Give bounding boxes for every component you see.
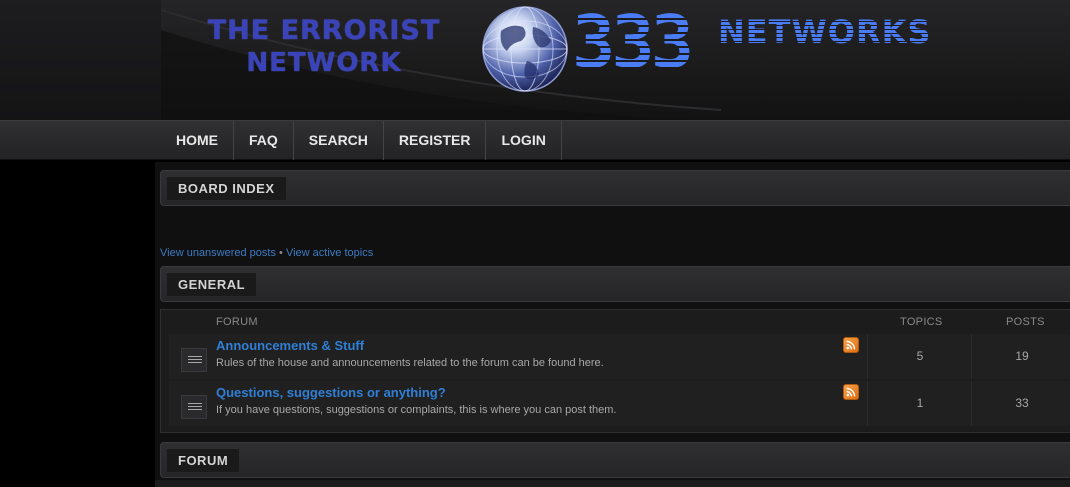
header-banner: THE ERRORIST NETWORK 333 NETWORKS [0,0,1070,120]
general-category-bar: GENERAL [160,266,1070,302]
column-header-topics: TOPICS [900,316,943,328]
forum-description: If you have questions, suggestions or co… [216,404,617,416]
general-category-title[interactable]: GENERAL [167,273,257,296]
view-unanswered-link[interactable]: View unanswered posts [160,247,276,259]
rss-icon[interactable] [843,337,859,353]
nav-login[interactable]: LOGIN [486,121,562,160]
forum-posts-count: 19 [971,334,1070,379]
column-header-posts: POSTS [1006,316,1045,328]
nav-register[interactable]: REGISTER [384,121,487,160]
rss-icon[interactable] [843,384,859,400]
forum-description: Rules of the house and announcements rel… [216,357,604,369]
forum-posts-count: 33 [971,381,1070,426]
logo-333: 333 [572,0,694,84]
next-section-edge [155,480,1070,487]
nav-home[interactable]: HOME [161,121,234,160]
main-navbar: HOME FAQ SEARCH REGISTER LOGIN [0,120,1070,160]
forum-topics-count: 1 [867,381,972,426]
forum-list: FORUM TOPICS POSTS Announcements & Stuff… [160,309,1070,433]
board-index-link[interactable]: BOARD INDEX [167,177,286,200]
column-header-forum: FORUM [216,316,258,328]
forum-read-icon [181,395,207,419]
logo-networks: NETWORKS [718,13,932,51]
forum-row: Questions, suggestions or anything? If y… [169,381,1070,426]
logo-title-line2: NETWORK [246,48,402,78]
nav-search[interactable]: SEARCH [294,121,384,160]
link-separator: • [279,247,283,259]
forum-row: Announcements & Stuff Rules of the house… [169,334,1070,379]
globe-icon [482,6,568,92]
nav-faq[interactable]: FAQ [234,121,294,160]
nav-items: HOME FAQ SEARCH REGISTER LOGIN [161,121,562,160]
quick-links: View unanswered posts • View active topi… [160,247,373,259]
forum-read-icon [181,348,207,372]
forum-title-link[interactable]: Announcements & Stuff [216,338,364,353]
logo-title-line1: THE ERRORIST [207,15,441,46]
forum-topics-count: 5 [867,334,972,379]
forum-category-bar: FORUM [160,442,1070,478]
board-index-bar: BOARD INDEX [160,170,1070,206]
forum-category-title[interactable]: FORUM [167,449,240,472]
view-active-link[interactable]: View active topics [286,247,373,259]
forum-title-link[interactable]: Questions, suggestions or anything? [216,385,446,400]
